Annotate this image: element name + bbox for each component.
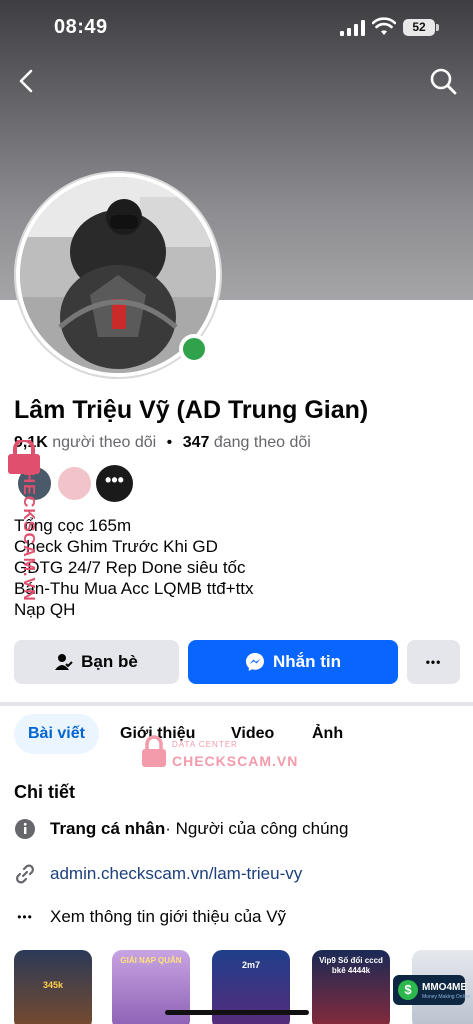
more-options-label: ••• [425,655,442,669]
profile-actions: Bạn bè Nhắn tin ••• [14,640,460,684]
profile-bio: Tổng cọc 165m Check Ghim Trước Khi GD GD… [14,515,254,620]
friend-avatar[interactable] [56,465,93,502]
featured-caption: GIẢI NẠP QUÂN [120,956,182,965]
cellular-signal-icon [340,20,366,36]
featured-item[interactable]: 345k [14,950,92,1024]
bio-line: Tổng cọc 165m [14,516,132,535]
mmo-badge-sub: Money Making Online [422,994,471,1000]
featured-caption: Vip9 Số đổi cccd bkê 4444k [319,956,383,975]
more-dots-icon: ••• [17,910,33,924]
bio-line: Check Ghim Trước Khi GD [14,537,218,556]
status-bar: 08:49 52 [0,0,473,56]
detail-link: admin.checkscam.vn/lam-trieu-vy [14,860,460,888]
featured-caption: 345k [42,980,64,990]
tab-posts[interactable]: Bài viết [14,714,99,754]
watermark-side-text: CHECKSCAM.VN [20,459,37,602]
watermark-center: DATA CENTER CHECKSCAM.VN [140,735,310,775]
bio-line: Nạp QH [14,600,76,619]
link-icon [14,863,36,885]
message-button[interactable]: Nhắn tin [188,640,398,684]
more-options-button[interactable]: ••• [407,640,460,684]
home-indicator[interactable] [165,1010,309,1015]
mmo-badge-text: MMO4ME [422,982,467,993]
mmo-badge: $ MMO4ME Money Making Online [393,975,470,1005]
status-time: 08:49 [54,16,108,38]
wifi-icon [372,17,396,35]
bio-line: GDTG 24/7 Rep Done siêu tốc [14,558,246,577]
lock-icon [142,735,166,767]
stats-separator: • [166,434,173,451]
battery-cap [436,24,439,31]
friend-check-icon [55,654,73,670]
watermark-sub: DATA CENTER [172,740,238,749]
online-status-indicator [179,334,209,364]
following-count[interactable]: 347 [183,434,210,451]
follow-stats: 9,1K người theo dõi • 347 đang theo dõi [14,434,311,452]
page-type-label: Trang cá nhân [50,819,166,838]
profile-name: Lâm Triệu Vỹ (AD Trung Gian) [14,396,369,424]
details-title: Chi tiết [14,782,75,802]
more-friends-button[interactable]: ••• [96,465,133,502]
message-button-label: Nhắn tin [273,652,341,671]
detail-page-type: Trang cá nhân · Người của công chúng [14,815,460,843]
detail-see-about[interactable]: ••• Xem thông tin giới thiệu của Vỹ [14,903,460,931]
section-divider [0,702,473,706]
featured-caption: 2m7 [241,960,260,970]
tab-photos[interactable]: Ảnh [312,714,343,754]
watermark-side: CHECKSCAM.VN [4,440,44,640]
search-icon[interactable] [428,66,458,96]
watermark-brand: CHECKSCAM.VN [172,753,299,769]
followers-label[interactable]: người theo dõi [52,434,156,451]
page-type-value: · Người của công chúng [165,819,349,838]
featured-item[interactable]: Vip9 Số đổi cccd bkê 4444k [312,950,390,1024]
dollar-icon: $ [398,980,418,1000]
friends-button-label: Bạn bè [81,652,138,671]
profile-link[interactable]: admin.checkscam.vn/lam-trieu-vy [50,864,302,884]
friends-button[interactable]: Bạn bè [14,640,179,684]
back-arrow-icon[interactable] [14,66,40,96]
messenger-icon [246,653,264,671]
battery-icon: 52 [403,19,435,36]
following-label[interactable]: đang theo dõi [214,434,311,451]
info-icon [14,818,36,840]
bio-line: Bán-Thu Mua Acc LQMB ttđ+ttx [14,579,254,598]
see-about-label: Xem thông tin giới thiệu của Vỹ [50,907,287,926]
